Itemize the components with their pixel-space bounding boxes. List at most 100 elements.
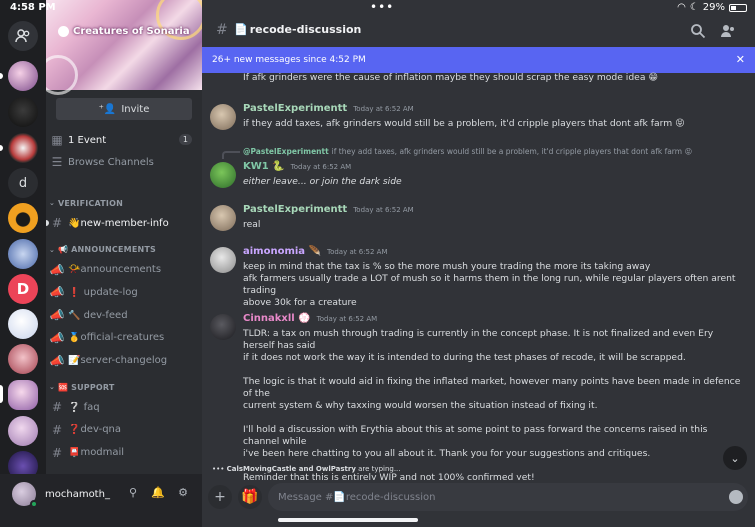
channel-item[interactable]: 📣 🔨 dev-feed [46,306,202,324]
reply-author: @PastelExperimentt [243,147,329,156]
status-bar: 4:58 PM ••• ◠ ☾ 29% [0,0,755,16]
author-avatar[interactable] [210,205,236,231]
new-messages-bar[interactable]: 26+ new messages since 4:52 PM ✕ [202,47,755,73]
composer: + 🎁 Message #📄recode-discussion [202,480,755,527]
message-timestamp: Today at 6:52 AM [290,163,352,171]
members-icon[interactable] [720,23,736,39]
gift-icon[interactable]: 🎁 [238,485,262,509]
category-name: 📢 ANNOUNCEMENTS [58,245,156,255]
plus-icon[interactable]: + [208,485,232,509]
category-header[interactable]: ⌄ 🆘 SUPPORT [46,380,202,394]
events-label: 1 Event [68,134,107,146]
reply-preview[interactable]: @PastelExperimentt if they add taxes, afk… [243,147,692,156]
channel-name: 🥇official-creatures [68,332,165,344]
message-author[interactable]: PastelExperimentt Today at 6:52 AM [243,204,414,215]
author-avatar[interactable] [210,247,236,273]
hash-icon: # [51,422,63,437]
message-line: i've been here chatting to you all about… [243,448,651,459]
message-author[interactable]: Cinnakxll 💮 Today at 6:52 AM [243,313,377,324]
channel-item[interactable]: 📣 📝server-changelog [46,352,202,370]
author-avatar[interactable] [210,104,236,130]
server-icon[interactable] [8,416,38,446]
people-icon [15,29,30,43]
server-icon[interactable]: d [8,168,38,198]
direct-messages-button[interactable] [8,21,38,51]
invite-button[interactable]: ⁺👤 Invite [56,98,192,120]
channel-item[interactable]: 📣 🥇official-creatures [46,329,202,347]
message-placeholder: Message #📄recode-discussion [278,491,436,503]
jump-to-present-button[interactable]: ⌄ [723,446,747,470]
banner-art [46,55,78,95]
search-icon[interactable] [690,23,706,39]
chevron-down-icon: ⌄ [48,199,56,207]
channel-name: ❓dev-qna [68,424,122,436]
browse-label: Browse Channels [68,156,154,168]
server-icon[interactable] [8,203,38,233]
server-letter: d [8,168,38,198]
chat-area: # 📄 recode-discussion 26+ new messages s… [202,0,755,527]
channel-item[interactable]: # 👋new-member-info [46,214,202,232]
channel-item[interactable]: # ❓dev-qna [46,421,202,439]
author-avatar[interactable] [210,162,236,188]
selected-server-pip [0,385,3,403]
channel-item[interactable]: 📣 ❗ update-log [46,283,202,301]
channel-name: 👋new-member-info [68,217,169,229]
online-status-icon [30,500,38,508]
gear-icon[interactable]: ⚙ [176,486,190,500]
multitask-dots[interactable]: ••• [370,0,394,14]
author-avatar[interactable] [210,314,236,340]
browse-channels-item[interactable]: ☰ Browse Channels [46,153,202,171]
typing-dots-icon: ••• [212,465,227,473]
category-name: 🆘 SUPPORT [58,382,115,392]
server-icon[interactable] [8,133,38,163]
server-icon[interactable] [8,239,38,269]
message-line: either leave... or join the dark side [243,176,402,187]
browse-icon: ☰ [51,155,63,169]
channel-item[interactable]: # 📮modmail [46,444,202,462]
chevron-down-icon: ⌄ [48,383,56,392]
author-name: PastelExperimentt [243,204,348,215]
battery-label: 29% [702,2,725,13]
close-icon[interactable]: ✕ [736,53,745,66]
search-user-icon[interactable]: ⚲ [126,486,140,500]
server-icon[interactable] [8,97,38,127]
server-icon[interactable] [8,309,38,339]
message-author[interactable]: KW1 🐍 Today at 6:52 AM [243,161,351,172]
server-unread-pip [0,73,3,79]
emoji-icon[interactable] [729,490,743,504]
category-header[interactable]: ⌄ VERIFICATION [46,196,202,210]
bell-icon[interactable]: 🔔 [151,486,165,500]
server-icon[interactable] [8,61,38,91]
channel-title: recode-discussion [249,23,362,36]
message-line [243,412,743,424]
channel-title-wrap[interactable]: 📄 recode-discussion [234,23,361,36]
message-body: real [243,219,743,231]
channel-name: 📮modmail [68,447,125,459]
message-body: if they add taxes, afk grinders would st… [243,118,743,130]
channel-item[interactable]: 📣 📯announcements [46,261,202,279]
channel-item[interactable]: # ❔ faq [46,398,202,416]
moon-icon: ☾ [689,2,699,13]
username[interactable]: mochamoth_ [45,489,110,500]
events-item[interactable]: ▦ 1 Event 1 [46,131,202,149]
message-line: The logic is that it would aid in fixing… [243,376,741,399]
message-author[interactable]: PastelExperimentt Today at 6:52 AM [243,103,414,114]
server-icon[interactable] [8,344,38,374]
server-unread-pip [0,145,3,151]
server-icon[interactable]: D [8,274,38,304]
message-author[interactable]: aimonomia 🪶 Today at 6:52 AM [243,246,388,257]
typing-suffix: are typing... [355,465,401,473]
message-line: If afk grinders were the cause of inflat… [243,72,658,83]
reply-connector [222,151,240,159]
author-name: Cinnakxll 💮 [243,313,311,324]
battery-icon [729,3,747,12]
message-input[interactable]: Message #📄recode-discussion [268,483,748,511]
message-body: TLDR: a tax on mush through trading is c… [243,328,743,484]
category-header[interactable]: ⌄ 📢 ANNOUNCEMENTS [46,243,202,257]
home-indicator [278,518,418,522]
message-line [243,364,743,376]
chevron-down-icon: ⌄ [730,451,740,465]
message-line: above 30k for a creature [243,297,357,308]
selected-server-icon[interactable] [8,380,38,410]
hash-icon: # [51,216,63,230]
